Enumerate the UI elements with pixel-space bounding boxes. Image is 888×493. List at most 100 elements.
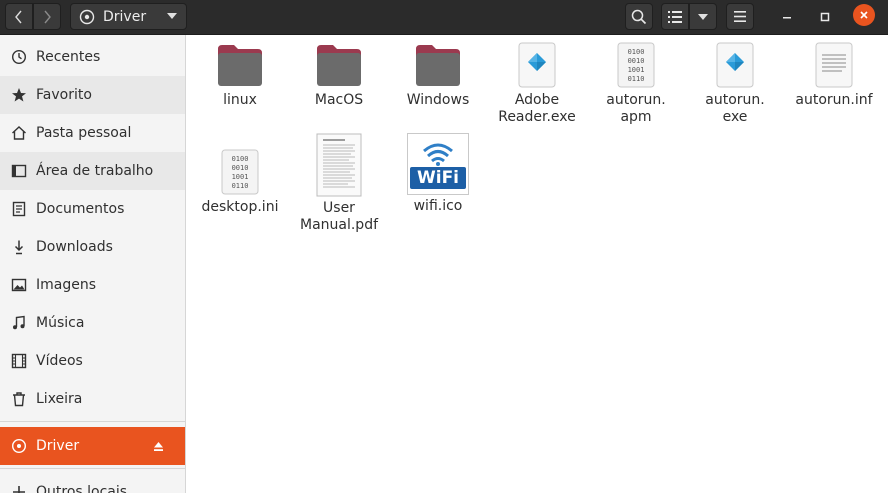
file-label: Windows (406, 92, 470, 108)
svg-text:0100: 0100 (232, 155, 249, 163)
file-label: autorun.inf (795, 92, 873, 108)
list-view-icon (668, 10, 682, 23)
search-button[interactable] (625, 3, 653, 30)
sidebar-item-videos[interactable]: Vídeos (0, 342, 185, 380)
file-view: linux MacOS Windows Adobe Reader.exe 010… (187, 35, 888, 493)
wifi-image-text: WiFi (416, 168, 460, 188)
file-label: User Manual.pdf (299, 200, 379, 233)
file-item-adobe-reader-exe[interactable]: Adobe Reader.exe (491, 41, 583, 126)
svg-text:0110: 0110 (628, 75, 645, 83)
binary-file-icon: 0100 0010 1001 0110 (216, 148, 264, 196)
text-file-icon (810, 41, 858, 89)
sidebar-item-area-de-trabalho[interactable]: Área de trabalho (0, 152, 185, 190)
home-icon (10, 125, 27, 142)
file-item-autorun-exe[interactable]: autorun. exe (689, 41, 781, 126)
file-label: MacOS (314, 92, 364, 108)
folder-icon (414, 41, 462, 89)
sidebar-separator (0, 468, 185, 469)
sidebar: Recentes Favorito Pasta pessoal Área de … (0, 35, 186, 493)
path-label: Driver (103, 8, 147, 25)
folder-icon (315, 41, 363, 89)
path-button[interactable]: Driver (70, 3, 187, 30)
file-item-linux[interactable]: linux (194, 41, 286, 109)
sidebar-separator (0, 421, 185, 422)
chevron-down-icon (698, 13, 708, 20)
sidebar-item-label: Vídeos (36, 353, 83, 369)
sidebar-item-musica[interactable]: Música (0, 304, 185, 342)
svg-text:0100: 0100 (628, 48, 645, 56)
sidebar-item-driver[interactable]: Driver (0, 427, 185, 465)
executable-icon (513, 41, 561, 89)
pdf-thumbnail-icon (315, 133, 363, 197)
sidebar-item-pasta-pessoal[interactable]: Pasta pessoal (0, 114, 185, 152)
sidebar-item-label: Outros locais (36, 484, 128, 493)
maximize-button[interactable] (813, 5, 837, 29)
back-button[interactable] (5, 3, 33, 30)
video-icon (10, 353, 27, 370)
file-item-user-manual-pdf[interactable]: User Manual.pdf (293, 133, 385, 234)
clock-icon (10, 49, 27, 66)
svg-text:1001: 1001 (232, 173, 249, 181)
file-label: autorun. exe (705, 92, 765, 125)
file-label: wifi.ico (413, 198, 463, 214)
desktop-icon (10, 163, 27, 180)
file-item-wifi-ico[interactable]: WiFi wifi.ico (392, 133, 484, 215)
sidebar-item-documentos[interactable]: Documentos (0, 190, 185, 228)
sidebar-item-label: Lixeira (36, 391, 83, 407)
close-icon (860, 11, 868, 19)
document-icon (10, 201, 27, 218)
hamburger-menu-icon (734, 11, 746, 22)
sidebar-item-lixeira[interactable]: Lixeira (0, 380, 185, 418)
wifi-image-icon: WiFi (407, 133, 469, 195)
download-icon (10, 239, 27, 256)
plus-icon (10, 484, 27, 493)
executable-icon (711, 41, 759, 89)
music-icon (10, 315, 27, 332)
folder-icon (216, 41, 264, 89)
sidebar-item-recentes[interactable]: Recentes (0, 38, 185, 76)
view-options-button[interactable] (689, 3, 717, 30)
svg-text:0110: 0110 (232, 182, 249, 190)
view-mode-button[interactable] (661, 3, 689, 30)
disc-icon (79, 9, 95, 24)
chevron-down-icon (167, 13, 177, 19)
sidebar-item-label: Driver (36, 438, 80, 454)
file-label: desktop.ini (201, 199, 279, 215)
sidebar-item-label: Pasta pessoal (36, 125, 132, 141)
sidebar-item-label: Favorito (36, 87, 92, 103)
eject-icon[interactable] (153, 440, 164, 456)
star-icon (10, 87, 27, 104)
file-item-macos[interactable]: MacOS (293, 41, 385, 109)
file-item-desktop-ini[interactable]: 0100 0010 1001 0110 desktop.ini (194, 148, 286, 216)
sidebar-item-label: Música (36, 315, 85, 331)
sidebar-item-imagens[interactable]: Imagens (0, 266, 185, 304)
image-icon (10, 277, 27, 294)
svg-text:0010: 0010 (232, 164, 249, 172)
file-item-windows[interactable]: Windows (392, 41, 484, 109)
sidebar-item-downloads[interactable]: Downloads (0, 228, 185, 266)
sidebar-item-outros-locais[interactable]: Outros locais (0, 473, 185, 493)
file-label: autorun. apm (606, 92, 666, 125)
binary-file-icon: 0100 0010 1001 0110 (612, 41, 660, 89)
svg-text:1001: 1001 (628, 66, 645, 74)
file-item-autorun-apm[interactable]: 0100 0010 1001 0110 autorun. apm (590, 41, 682, 126)
chevron-right-icon (44, 10, 51, 23)
search-icon (631, 9, 647, 24)
disc-icon (10, 438, 27, 455)
chevron-left-icon (15, 10, 22, 23)
sidebar-item-label: Downloads (36, 239, 113, 255)
sidebar-item-favorito[interactable]: Favorito (0, 76, 185, 114)
maximize-icon (820, 12, 830, 22)
file-label: Adobe Reader.exe (498, 92, 576, 125)
sidebar-item-label: Documentos (36, 201, 125, 217)
file-label: linux (223, 92, 257, 108)
close-button[interactable] (853, 4, 875, 26)
minimize-icon (783, 17, 791, 19)
minimize-button[interactable] (775, 5, 799, 29)
sidebar-item-label: Recentes (36, 49, 101, 65)
header-bar: Driver (0, 0, 888, 35)
main-menu-button[interactable] (726, 3, 754, 30)
forward-button[interactable] (33, 3, 61, 30)
trash-icon (10, 391, 27, 408)
file-item-autorun-inf[interactable]: autorun.inf (788, 41, 880, 109)
